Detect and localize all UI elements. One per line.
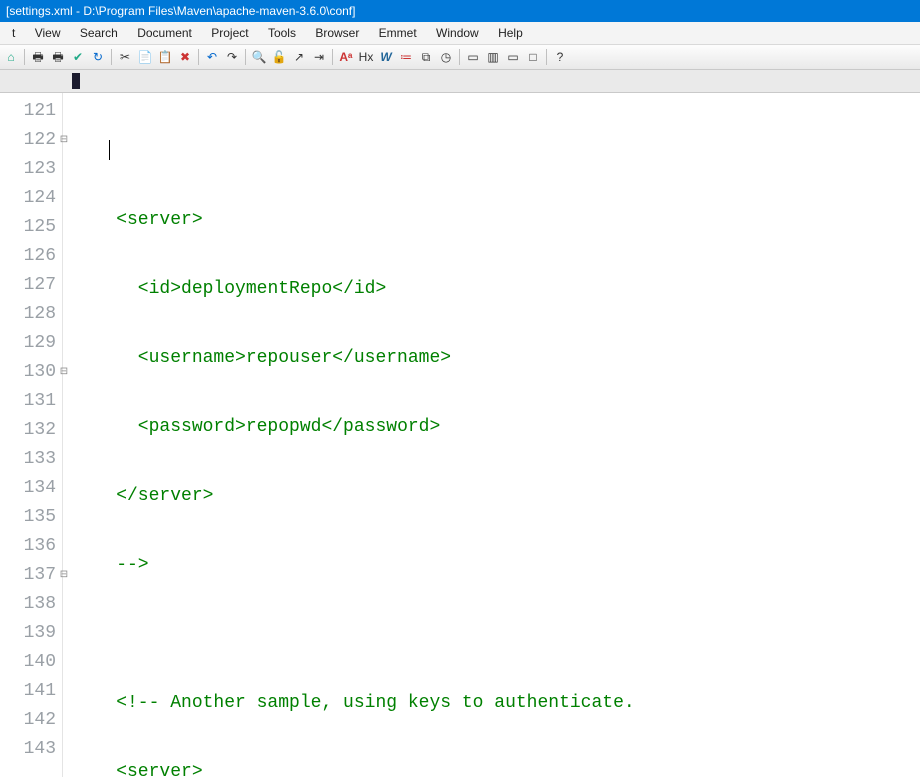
split-icon[interactable]: ▥	[484, 48, 502, 66]
menu-help[interactable]: Help	[490, 22, 531, 44]
lock-icon[interactable]: 🔓	[270, 48, 288, 66]
code-line[interactable]: </server>	[73, 482, 920, 511]
fold-icon[interactable]: ⊟	[58, 135, 70, 147]
line-number: 142	[0, 706, 62, 735]
window-titlebar: [settings.xml - D:\Program Files\Maven\a…	[0, 0, 920, 22]
redo-icon[interactable]: ↷	[223, 48, 241, 66]
menu-window[interactable]: Window	[428, 22, 487, 44]
wrap-icon[interactable]: W	[377, 48, 395, 66]
title-text: [settings.xml - D:\Program Files\Maven\a…	[6, 4, 355, 18]
delete-icon[interactable]: ✖	[176, 48, 194, 66]
line-number: 130⊟	[0, 358, 62, 387]
menu-edit-trunc[interactable]: t	[4, 22, 23, 44]
line-gutter: 121 122⊟ 123 124 125 126 127 128 129 130…	[0, 93, 63, 777]
line-number: 140	[0, 648, 62, 677]
separator	[245, 49, 246, 65]
goto-icon[interactable]: ↗	[290, 48, 308, 66]
line-number: 136	[0, 532, 62, 561]
code-line[interactable]: <id>deploymentRepo</id>	[73, 275, 920, 304]
line-number: 132	[0, 416, 62, 445]
print-preview-icon[interactable]: 🖶	[49, 48, 67, 66]
fold-icon[interactable]: ⊟	[58, 570, 70, 582]
toolbar: ⌂ 🖶 🖶 ✔ ↻ ✂ 📄 📋 ✖ ↶ ↷ 🔍 🔓 ↗ ⇥ Aᵃ Hx W ≔ …	[0, 45, 920, 70]
clock-icon[interactable]: ◷	[437, 48, 455, 66]
refresh-icon[interactable]: ↻	[89, 48, 107, 66]
code-line[interactable]: <username>repouser</username>	[73, 344, 920, 373]
menu-tools[interactable]: Tools	[260, 22, 304, 44]
line-number: 133	[0, 445, 62, 474]
code-line[interactable]	[73, 137, 920, 166]
menu-document[interactable]: Document	[129, 22, 200, 44]
window-icon[interactable]: ▭	[464, 48, 482, 66]
line-number: 141	[0, 677, 62, 706]
code-line[interactable]: <server>	[73, 758, 920, 777]
ruler: ----+----1----+----2----+----3----+----4…	[0, 70, 920, 93]
fold-icon[interactable]: ⊟	[58, 367, 70, 379]
hex-icon[interactable]: Hx	[357, 48, 375, 66]
fullscreen-icon[interactable]: □	[524, 48, 542, 66]
separator	[546, 49, 547, 65]
code-line[interactable]: <server>	[73, 206, 920, 235]
panel-icon[interactable]: ⧉	[417, 48, 435, 66]
separator	[459, 49, 460, 65]
line-number: 123	[0, 155, 62, 184]
spellcheck-icon[interactable]: ✔	[69, 48, 87, 66]
code-line[interactable]: -->	[73, 551, 920, 580]
separator	[332, 49, 333, 65]
home-icon[interactable]: ⌂	[2, 48, 20, 66]
line-number: 134	[0, 474, 62, 503]
font-size-icon[interactable]: Aᵃ	[337, 48, 355, 66]
line-number: 127	[0, 271, 62, 300]
line-number: 128	[0, 300, 62, 329]
paste-icon[interactable]: 📋	[156, 48, 174, 66]
code-area[interactable]: <server> <id>deploymentRepo</id> <userna…	[63, 93, 920, 777]
separator	[24, 49, 25, 65]
undo-icon[interactable]: ↶	[203, 48, 221, 66]
code-line[interactable]: <password>repopwd</password>	[73, 413, 920, 442]
line-number: 126	[0, 242, 62, 271]
editor[interactable]: 121 122⊟ 123 124 125 126 127 128 129 130…	[0, 93, 920, 777]
line-number: 138	[0, 590, 62, 619]
menu-bar: t View Search Document Project Tools Bro…	[0, 22, 920, 45]
menu-project[interactable]: Project	[203, 22, 256, 44]
indent-icon[interactable]: ⇥	[310, 48, 328, 66]
find-icon[interactable]: 🔍	[250, 48, 268, 66]
help-icon[interactable]: ?	[551, 48, 569, 66]
line-number: 137⊟	[0, 561, 62, 590]
print-icon[interactable]: 🖶	[29, 48, 47, 66]
line-number: 125	[0, 213, 62, 242]
code-line[interactable]: <!-- Another sample, using keys to authe…	[73, 689, 920, 718]
menu-emmet[interactable]: Emmet	[371, 22, 425, 44]
line-number: 143	[0, 735, 62, 764]
line-number: 124	[0, 184, 62, 213]
line-number: 135	[0, 503, 62, 532]
menu-view[interactable]: View	[27, 22, 69, 44]
line-number: 139	[0, 619, 62, 648]
column-marker	[72, 73, 80, 89]
text-cursor	[109, 140, 111, 160]
copy-icon[interactable]: 📄	[136, 48, 154, 66]
line-number: 131	[0, 387, 62, 416]
line-number: 121	[0, 97, 62, 126]
code-line[interactable]	[73, 620, 920, 649]
menu-browser[interactable]: Browser	[307, 22, 367, 44]
separator	[111, 49, 112, 65]
cut-icon[interactable]: ✂	[116, 48, 134, 66]
menu-search[interactable]: Search	[72, 22, 126, 44]
line-number: 129	[0, 329, 62, 358]
separator	[198, 49, 199, 65]
line-number: 122⊟	[0, 126, 62, 155]
layout-icon[interactable]: ▭	[504, 48, 522, 66]
list-icon[interactable]: ≔	[397, 48, 415, 66]
